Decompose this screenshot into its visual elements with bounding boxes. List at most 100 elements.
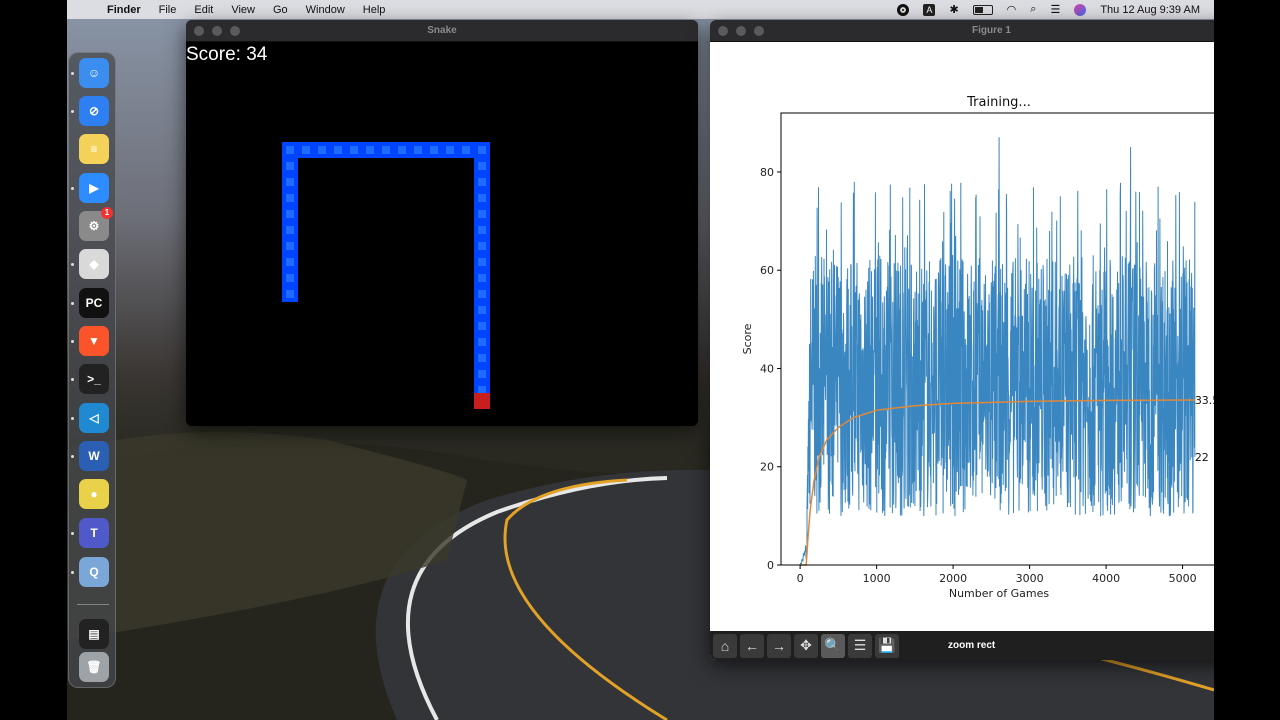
snake-segment bbox=[474, 222, 490, 238]
minimize-button[interactable] bbox=[212, 26, 222, 36]
zoom-icon[interactable]: 🔍 bbox=[821, 633, 845, 658]
record-icon[interactable] bbox=[897, 3, 910, 16]
snake-window-title: Snake bbox=[427, 25, 457, 36]
brave-icon[interactable]: ▼ bbox=[79, 326, 109, 356]
snake-segment bbox=[442, 142, 458, 158]
back-arrow-icon[interactable]: ← bbox=[740, 633, 764, 658]
forward-arrow-icon[interactable]: → bbox=[767, 633, 791, 658]
home-icon[interactable]: ⌂ bbox=[713, 633, 737, 658]
vscode-icon[interactable]: ◁ bbox=[79, 403, 109, 433]
spotlight-search-icon[interactable]: ⌕ bbox=[1030, 3, 1036, 16]
toolbar-buttons: ⌂ ← → ✥ 🔍 ☰ 💾 bbox=[713, 633, 902, 658]
x-tick-label: 5000 bbox=[1169, 572, 1197, 585]
close-button[interactable] bbox=[194, 26, 204, 36]
window-controls bbox=[718, 26, 764, 36]
figure-titlebar[interactable]: Figure 1 bbox=[710, 20, 1214, 42]
menu-finder[interactable]: Finder bbox=[107, 4, 141, 16]
snake-segment bbox=[282, 158, 298, 174]
quicktime-icon[interactable]: Q bbox=[79, 557, 109, 587]
bluetooth-icon[interactable]: ✱ bbox=[949, 3, 958, 16]
trash-icon[interactable]: 🗑 bbox=[79, 652, 109, 682]
last-score-annotation: 22 bbox=[1195, 451, 1209, 464]
downloads-stack-icon[interactable]: ▤ bbox=[79, 619, 109, 649]
cyberduck-icon[interactable]: ● bbox=[79, 479, 109, 509]
menu-go[interactable]: Go bbox=[273, 4, 288, 16]
y-tick-label: 40 bbox=[760, 362, 774, 375]
snake-segment bbox=[346, 142, 362, 158]
score-series-line bbox=[799, 137, 1196, 566]
python-icon[interactable]: ◆ bbox=[79, 249, 109, 279]
menu-help[interactable]: Help bbox=[363, 4, 386, 16]
snake-segment bbox=[474, 366, 490, 382]
running-indicator bbox=[71, 263, 74, 266]
snake-segment bbox=[474, 158, 490, 174]
snake-segment bbox=[410, 142, 426, 158]
training-chart[interactable]: 0 1000 2000 3000 4000 5000 0 20 40 60 80 Training..… bbox=[710, 42, 1214, 631]
menu-file[interactable]: File bbox=[159, 4, 177, 16]
menu-edit[interactable]: Edit bbox=[194, 4, 213, 16]
notes-icon[interactable]: ≡ bbox=[79, 134, 109, 164]
finder-icon[interactable]: ☺ bbox=[79, 58, 109, 88]
pycharm-icon[interactable]: PC bbox=[79, 288, 109, 318]
running-indicator bbox=[71, 72, 74, 75]
control-center-icon[interactable]: ☰ bbox=[1050, 3, 1060, 16]
subplots-icon[interactable]: ☰ bbox=[848, 633, 872, 658]
snake-segment bbox=[282, 206, 298, 222]
snake-segment bbox=[474, 142, 490, 158]
snake-segment bbox=[474, 174, 490, 190]
figure-window-title: Figure 1 bbox=[972, 25, 1011, 36]
close-button[interactable] bbox=[718, 26, 728, 36]
snake-segment bbox=[282, 238, 298, 254]
input-a-icon[interactable]: A bbox=[923, 3, 936, 16]
snake-segment bbox=[282, 222, 298, 238]
snake-segment bbox=[458, 142, 474, 158]
menubar-clock[interactable]: Thu 12 Aug 9:39 AM bbox=[1100, 4, 1200, 16]
snake-titlebar[interactable]: Snake bbox=[186, 20, 698, 42]
snake-segment bbox=[362, 142, 378, 158]
snake-segment bbox=[282, 286, 298, 302]
snake-segment bbox=[474, 270, 490, 286]
dock: ☺ ⊘ ≡ ▶ ⚙ 1 ◆ PC ▼ >_ ◁ W ● T Q ▤ 🗑 bbox=[68, 52, 116, 688]
siri-icon[interactable] bbox=[1074, 3, 1087, 16]
snake-segment bbox=[298, 142, 314, 158]
pan-icon[interactable]: ✥ bbox=[794, 633, 818, 658]
teams-icon[interactable]: T bbox=[79, 518, 109, 548]
terminal-icon[interactable]: >_ bbox=[79, 364, 109, 394]
running-indicator bbox=[71, 340, 74, 343]
chart-title: Training... bbox=[966, 95, 1031, 110]
y-tick-label: 60 bbox=[760, 264, 774, 277]
toolbar-message: zoom rect bbox=[948, 640, 996, 651]
zoom-button[interactable] bbox=[230, 26, 240, 36]
word-icon[interactable]: W bbox=[79, 441, 109, 471]
snake-window: Snake Score: 34 bbox=[186, 20, 698, 426]
running-indicator bbox=[71, 532, 74, 535]
snake-segment bbox=[394, 142, 410, 158]
wifi-icon[interactable]: ◠ bbox=[1007, 3, 1017, 16]
desktop: Finder File Edit View Go Window Help A ✱… bbox=[67, 0, 1214, 720]
x-tick-label: 3000 bbox=[1016, 572, 1044, 585]
y-tick-label: 0 bbox=[767, 559, 774, 572]
zoom-icon[interactable]: ▶ bbox=[79, 173, 109, 203]
y-axis-label: Score bbox=[741, 323, 754, 354]
snake-segment bbox=[330, 142, 346, 158]
snake-segment bbox=[474, 238, 490, 254]
matplotlib-toolbar: ⌂ ← → ✥ 🔍 ☰ 💾 zoom rect bbox=[710, 631, 1214, 660]
snake-segment bbox=[426, 142, 442, 158]
battery-icon[interactable] bbox=[972, 4, 993, 15]
snake-segment bbox=[474, 334, 490, 350]
save-icon[interactable]: 💾 bbox=[875, 633, 899, 658]
menu-window[interactable]: Window bbox=[306, 4, 345, 16]
snake-segment bbox=[474, 318, 490, 334]
zoom-button[interactable] bbox=[754, 26, 764, 36]
food-pellet bbox=[474, 393, 490, 409]
dock-separator bbox=[77, 604, 109, 605]
snake-segment bbox=[474, 286, 490, 302]
system-preferences-icon[interactable]: ⚙ 1 bbox=[79, 207, 113, 241]
menu-view[interactable]: View bbox=[231, 4, 255, 16]
safari-icon[interactable]: ⊘ bbox=[79, 96, 109, 126]
notification-badge: 1 bbox=[101, 207, 113, 219]
snake-segment bbox=[282, 270, 298, 286]
x-axis-label: Number of Games bbox=[949, 587, 1050, 600]
y-tick-label: 80 bbox=[760, 166, 774, 179]
minimize-button[interactable] bbox=[736, 26, 746, 36]
